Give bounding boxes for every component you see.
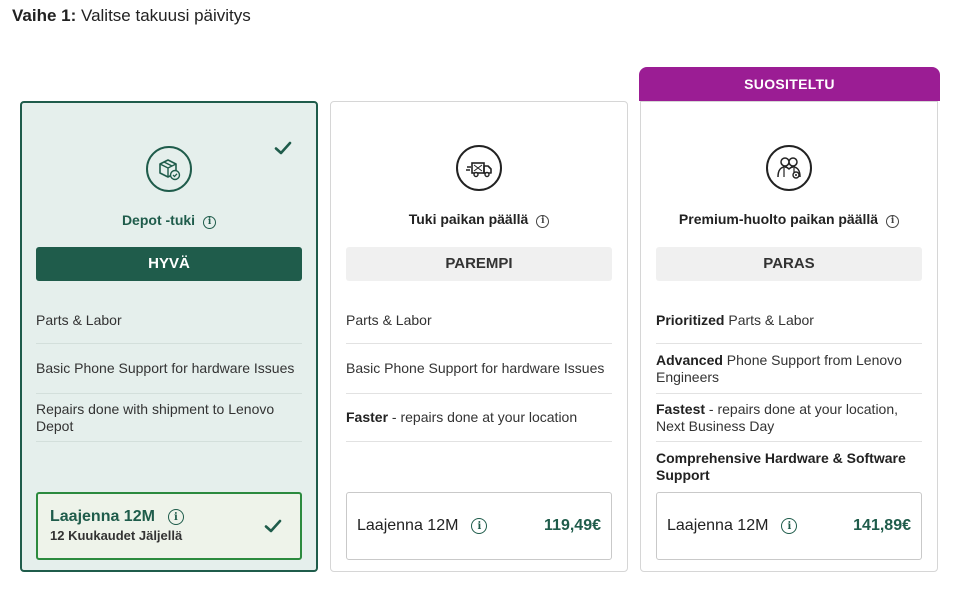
feature-bold: Advanced bbox=[656, 351, 723, 368]
recommended-ribbon: SUOSITELTU bbox=[639, 67, 940, 101]
step-label: Vaihe 1: bbox=[12, 6, 77, 25]
feature-text: Basic Phone Support for hardware Issues bbox=[346, 360, 605, 376]
feature-text: Repairs done with shipment to Lenovo Dep… bbox=[36, 400, 275, 434]
feature-text: Parts & Labor bbox=[36, 312, 122, 328]
feature-item: Parts & Labor bbox=[346, 298, 612, 344]
info-icon[interactable]: i bbox=[781, 518, 798, 534]
feature-item: Faster - repairs done at your location bbox=[346, 394, 612, 442]
feature-text: Parts & Labor bbox=[346, 312, 432, 328]
feature-item: Fastest - repairs done at your location,… bbox=[656, 394, 922, 442]
extension-option[interactable]: Laajenna 12M i 141,89€ bbox=[656, 492, 922, 560]
feature-bold: Comprehensive Hardware & Software Suppor… bbox=[656, 449, 906, 483]
tier-badge: HYVÄ bbox=[36, 247, 302, 281]
plan-card-premium[interactable]: Premium-huolto paikan päällä i PARAS Prio… bbox=[640, 101, 938, 572]
plan-card-onsite[interactable]: Tuki paikan päällä i PAREMPI Parts & Labo… bbox=[330, 101, 628, 572]
extension-option[interactable]: Laajenna 12M i 119,49€ bbox=[346, 492, 612, 560]
step-title: Vaihe 1: Valitse takuusi päivitys bbox=[12, 6, 251, 26]
feature-item: Advanced Phone Support from Lenovo Engin… bbox=[656, 344, 922, 394]
feature-item: Basic Phone Support for hardware Issues bbox=[36, 344, 302, 394]
info-icon[interactable]: i bbox=[536, 214, 550, 228]
feature-item: Parts & Labor bbox=[36, 298, 302, 344]
extension-option-selected[interactable]: Laajenna 12M i 12 Kuukaudet Jäljellä bbox=[36, 492, 302, 560]
tier-badge: PAREMPI bbox=[346, 247, 612, 281]
feature-bold: Faster bbox=[346, 409, 389, 425]
plan-name: Depot -tuki i bbox=[22, 212, 316, 229]
feature-text: Parts & Labor bbox=[724, 312, 814, 328]
info-icon[interactable]: i bbox=[886, 214, 900, 228]
feature-text: Basic Phone Support for hardware Issues bbox=[36, 360, 295, 376]
package-icon bbox=[146, 146, 192, 192]
feature-item: Repairs done with shipment to Lenovo Dep… bbox=[36, 394, 302, 442]
plan-name: Premium-huolto paikan päällä i bbox=[641, 211, 937, 228]
feature-list: Parts & Labor Basic Phone Support for ha… bbox=[346, 298, 612, 442]
plan-name-label: Tuki paikan päällä bbox=[408, 211, 529, 227]
check-icon bbox=[264, 519, 282, 533]
feature-item: Prioritized Parts & Labor bbox=[656, 298, 922, 344]
feature-text: - repairs done at your location bbox=[388, 409, 578, 425]
tier-badge: PARAS bbox=[656, 247, 922, 281]
feature-list: Parts & Labor Basic Phone Support for ha… bbox=[36, 298, 302, 442]
plan-name-label: Depot -tuki bbox=[121, 212, 196, 228]
info-icon[interactable]: i bbox=[203, 215, 217, 229]
selected-check-icon bbox=[274, 141, 292, 155]
feature-item: Comprehensive Hardware & Software Suppor… bbox=[656, 442, 922, 491]
step-heading: Valitse takuusi päivitys bbox=[81, 6, 251, 25]
info-icon[interactable]: i bbox=[471, 518, 488, 534]
extension-label: Laajenna 12M bbox=[357, 517, 459, 534]
feature-item: Basic Phone Support for hardware Issues bbox=[346, 344, 612, 394]
plan-name-label: Premium-huolto paikan päällä bbox=[678, 211, 879, 227]
feature-bold: Fastest bbox=[656, 400, 706, 417]
remaining-months: 12 Kuukaudet Jäljellä bbox=[50, 528, 183, 543]
extension-label: Laajenna 12M bbox=[667, 517, 769, 534]
feature-list: Prioritized Parts & Labor Advanced Phone… bbox=[656, 298, 922, 491]
plan-name: Tuki paikan päällä i bbox=[331, 211, 627, 228]
info-icon[interactable]: i bbox=[167, 509, 184, 525]
technician-icon bbox=[766, 145, 812, 191]
extension-price: 119,49€ bbox=[544, 517, 601, 534]
plan-card-depot[interactable]: Depot -tuki i HYVÄ Parts & Labor Basic Ph… bbox=[20, 101, 318, 572]
extension-price: 141,89€ bbox=[853, 517, 911, 534]
truck-icon bbox=[456, 145, 502, 191]
feature-bold: Prioritized bbox=[656, 312, 725, 328]
extension-label: Laajenna 12M bbox=[50, 508, 155, 525]
